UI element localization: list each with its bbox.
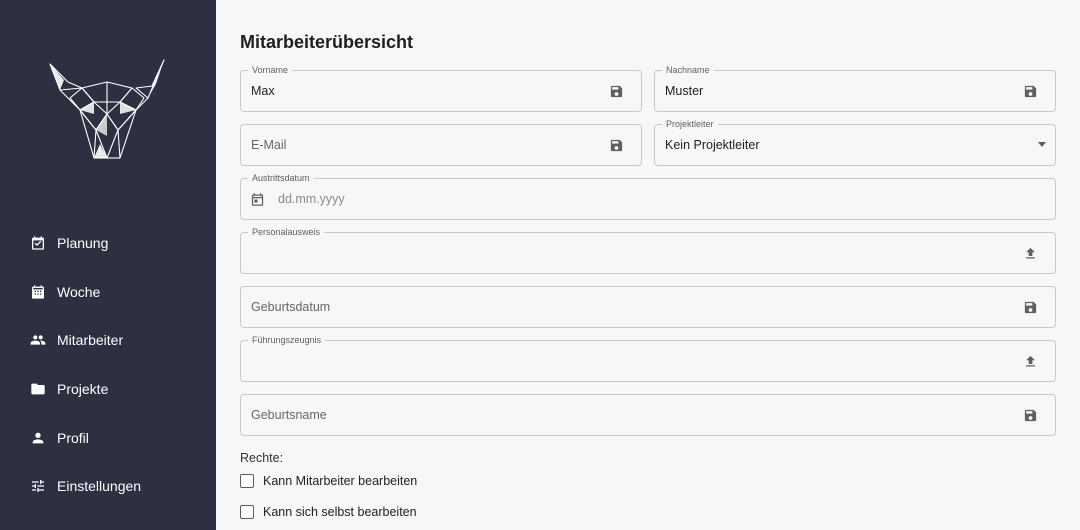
fuehrungszeugnis-field[interactable]: Führungszeugnis <box>240 335 1056 382</box>
save-icon[interactable] <box>609 84 624 99</box>
projektleiter-select[interactable]: Projektleiter Kein Projektleiter <box>654 119 1056 166</box>
sidebar-item-profil[interactable]: Profil <box>0 413 216 462</box>
sidebar-item-label: Profil <box>57 429 89 446</box>
sidebar-item-label: Mitarbeiter <box>57 332 124 349</box>
page-title: Mitarbeiterübersicht <box>240 32 414 52</box>
personalausweis-field[interactable]: Personalausweis <box>240 227 1056 274</box>
sidebar-item-label: Woche <box>57 283 101 300</box>
person-icon <box>32 432 44 444</box>
chevron-down-icon[interactable] <box>1038 142 1046 147</box>
nachname-field[interactable]: Nachname Muster <box>654 65 1056 112</box>
checkbox-edit-self[interactable]: Kann sich selbst bearbeiten <box>240 505 417 519</box>
main-content: Mitarbeiterübersicht Vorname Max Nachnam… <box>216 0 1080 530</box>
checkbox-edit-employees[interactable]: Kann Mitarbeiter bearbeiten <box>240 474 417 488</box>
sidebar-item-mitarbeiter[interactable]: Mitarbeiter <box>0 316 216 365</box>
sidebar-item-woche[interactable]: Woche <box>0 268 216 317</box>
email-field[interactable]: E-Mail <box>240 124 642 166</box>
geburtsname-field[interactable]: Geburtsname <box>240 394 1056 436</box>
sidebar-item-planung[interactable]: Planung <box>0 219 216 268</box>
upload-icon[interactable] <box>1023 354 1038 369</box>
geburtsname-placeholder: Geburtsname <box>251 408 327 422</box>
save-icon[interactable] <box>1023 408 1038 423</box>
sidebar-item-projekte[interactable]: Projekte <box>0 365 216 414</box>
vorname-field[interactable]: Vorname Max <box>240 65 642 112</box>
nachname-value: Muster <box>665 84 704 98</box>
sidebar-item-einstellungen[interactable]: Einstellungen <box>0 462 216 511</box>
geburtsdatum-field[interactable]: Geburtsdatum <box>240 286 1056 328</box>
calendar-icon[interactable] <box>250 192 265 207</box>
email-placeholder: E-Mail <box>251 138 287 152</box>
rights-label: Rechte: <box>240 451 284 465</box>
personalausweis-label: Personalausweis <box>248 227 325 238</box>
vorname-value: Max <box>251 84 275 98</box>
austrittsdatum-placeholder: dd.mm.yyyy <box>278 192 345 206</box>
fuehrungszeugnis-label: Führungszeugnis <box>248 335 326 346</box>
checkbox[interactable] <box>240 474 254 488</box>
geburtsdatum-placeholder: Geburtsdatum <box>251 300 331 314</box>
projektleiter-value: Kein Projektleiter <box>665 138 760 152</box>
sidebar: Planung Woche Mitarbeiter Projekte Profi… <box>0 0 216 530</box>
sidebar-item-label: Einstellungen <box>57 478 142 495</box>
sliders-icon <box>32 480 44 493</box>
checkbox[interactable] <box>240 505 254 519</box>
people-icon <box>30 335 46 346</box>
sidebar-nav: Planung Woche Mitarbeiter Projekte Profi… <box>0 219 216 511</box>
checkbox-label: Kann sich selbst bearbeiten <box>263 505 417 519</box>
bull-logo-icon <box>49 59 165 159</box>
folder-icon <box>31 383 45 395</box>
upload-icon[interactable] <box>1023 246 1038 261</box>
austrittsdatum-field[interactable]: Austrittsdatum dd.mm.yyyy <box>240 173 1056 220</box>
sidebar-item-label: Planung <box>57 235 109 252</box>
sidebar-item-label: Projekte <box>57 381 109 398</box>
calendar-week-icon <box>32 285 44 299</box>
save-icon[interactable] <box>1023 300 1038 315</box>
save-icon[interactable] <box>1023 84 1038 99</box>
checkbox-label: Kann Mitarbeiter bearbeiten <box>263 474 418 488</box>
calendar-check-icon <box>32 236 44 250</box>
save-icon[interactable] <box>609 138 624 153</box>
